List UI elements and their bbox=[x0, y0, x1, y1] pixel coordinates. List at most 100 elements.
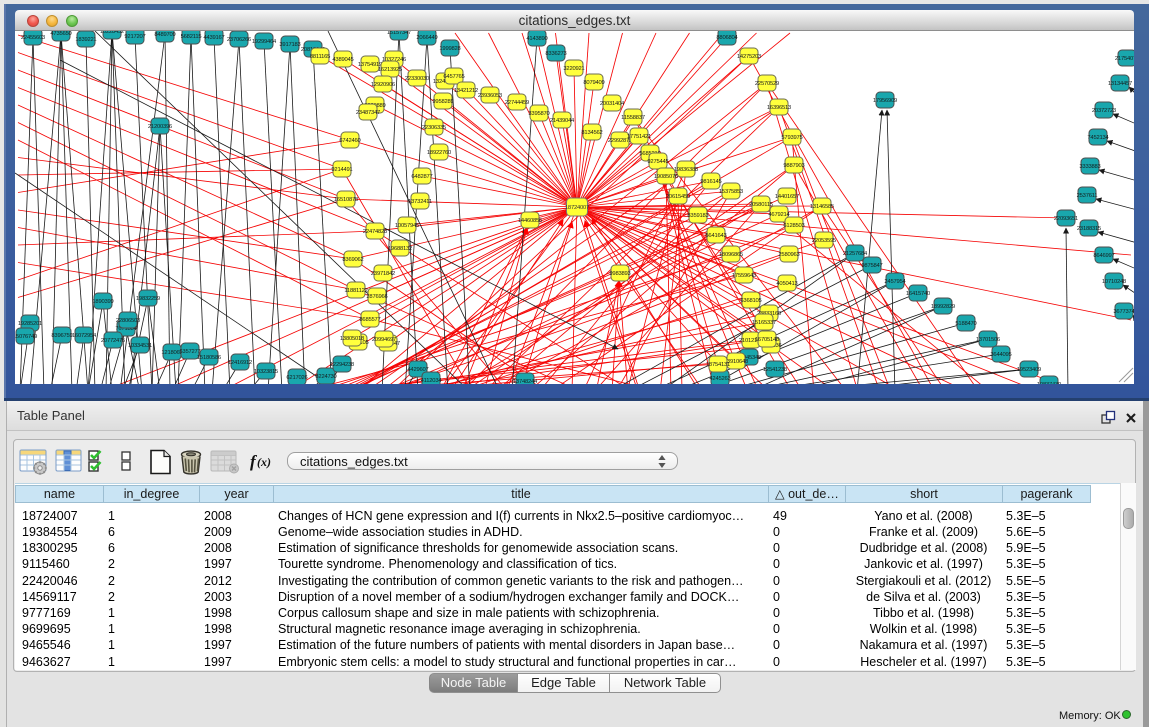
svg-text:10323815: 10323815 bbox=[254, 369, 278, 375]
svg-text:14460856: 14460856 bbox=[518, 218, 542, 224]
svg-text:8224730: 8224730 bbox=[315, 374, 336, 380]
svg-text:18754131: 18754131 bbox=[706, 362, 730, 368]
svg-text:8369062: 8369062 bbox=[342, 257, 363, 263]
svg-text:10334531: 10334531 bbox=[128, 343, 152, 349]
svg-text:19285201: 19285201 bbox=[18, 321, 42, 327]
svg-text:22330030: 22330030 bbox=[405, 76, 429, 82]
svg-text:16396513: 16396513 bbox=[767, 105, 791, 111]
svg-text:19688132: 19688132 bbox=[388, 246, 412, 252]
svg-text:4735650: 4735650 bbox=[50, 31, 71, 37]
svg-text:22306335: 22306335 bbox=[422, 125, 446, 131]
svg-text:3395870: 3395870 bbox=[528, 111, 549, 117]
svg-text:4050413: 4050413 bbox=[776, 281, 797, 287]
svg-text:13134457: 13134457 bbox=[1108, 81, 1132, 87]
svg-text:21754078: 21754078 bbox=[1115, 56, 1134, 62]
svg-text:20372723: 20372723 bbox=[1092, 108, 1116, 114]
svg-text:3333883: 3333883 bbox=[1079, 164, 1100, 170]
svg-text:4112034: 4112034 bbox=[421, 378, 443, 384]
svg-text:16072954: 16072954 bbox=[72, 333, 97, 339]
svg-text:14275203: 14275203 bbox=[737, 54, 761, 60]
svg-text:13805018: 13805018 bbox=[340, 336, 364, 342]
svg-text:9887903: 9887903 bbox=[783, 163, 804, 169]
svg-text:12541238: 12541238 bbox=[763, 367, 787, 373]
svg-text:22455603: 22455603 bbox=[21, 35, 45, 41]
svg-text:12294238: 12294238 bbox=[330, 362, 354, 368]
svg-text:18992829: 18992829 bbox=[931, 304, 955, 310]
svg-text:13421212: 13421212 bbox=[454, 88, 478, 94]
svg-text:13701506: 13701506 bbox=[976, 337, 1000, 343]
svg-text:19523409: 19523409 bbox=[1017, 367, 1041, 373]
svg-text:6368105: 6368105 bbox=[740, 298, 761, 304]
svg-text:14401657: 14401657 bbox=[775, 194, 799, 200]
svg-text:6128503: 6128503 bbox=[783, 223, 804, 229]
svg-text:6482877: 6482877 bbox=[411, 174, 432, 180]
svg-text:22093651: 22093651 bbox=[1054, 216, 1078, 222]
svg-text:13146585: 13146585 bbox=[810, 204, 834, 210]
svg-text:2066449: 2066449 bbox=[416, 35, 437, 41]
svg-text:10837430: 10837430 bbox=[1037, 382, 1061, 384]
svg-text:15165337: 15165337 bbox=[752, 320, 776, 326]
svg-text:20615450: 20615450 bbox=[666, 194, 690, 200]
svg-text:23936053: 23936053 bbox=[478, 93, 502, 99]
svg-text:7452134: 7452134 bbox=[1087, 135, 1109, 141]
svg-text:8489709: 8489709 bbox=[154, 32, 175, 38]
svg-text:22570529: 22570529 bbox=[755, 81, 779, 87]
svg-text:22744459: 22744459 bbox=[505, 100, 529, 106]
svg-text:6457765: 6457765 bbox=[443, 74, 464, 80]
svg-text:13748244: 13748244 bbox=[513, 379, 538, 384]
svg-text:23188315: 23188315 bbox=[1077, 226, 1101, 232]
svg-text:11558837: 11558837 bbox=[621, 115, 645, 121]
svg-text:5682115: 5682115 bbox=[181, 34, 202, 40]
svg-text:23487347: 23487347 bbox=[356, 110, 380, 116]
svg-text:9816145: 9816145 bbox=[700, 179, 721, 185]
svg-text:3677374: 3677374 bbox=[1113, 309, 1134, 315]
svg-text:9217207: 9217207 bbox=[124, 34, 145, 40]
svg-text:9958289: 9958289 bbox=[432, 99, 453, 105]
svg-text:21200396: 21200396 bbox=[148, 124, 172, 130]
svg-text:8134562: 8134562 bbox=[581, 130, 602, 136]
svg-text:13732411: 13732411 bbox=[408, 199, 432, 205]
svg-text:8646997: 8646997 bbox=[1093, 253, 1114, 259]
svg-text:21439044: 21439044 bbox=[550, 118, 575, 124]
svg-text:10228452: 10228452 bbox=[100, 31, 124, 35]
svg-text:6742460: 6742460 bbox=[339, 138, 360, 144]
svg-text:12416912: 12416912 bbox=[228, 360, 252, 366]
svg-text:3220921: 3220921 bbox=[563, 66, 584, 72]
svg-text:8811165: 8811165 bbox=[310, 54, 330, 60]
svg-text:18724007: 18724007 bbox=[565, 205, 589, 211]
svg-text:23706266: 23706266 bbox=[227, 37, 251, 43]
svg-text:19836388: 19836388 bbox=[674, 167, 698, 173]
svg-text:21257684: 21257684 bbox=[843, 251, 868, 257]
svg-text:1839221: 1839221 bbox=[75, 37, 96, 43]
svg-text:4143890: 4143890 bbox=[526, 36, 547, 42]
svg-text:10057945: 10057945 bbox=[395, 223, 419, 229]
svg-text:8336273: 8336273 bbox=[545, 51, 566, 57]
svg-text:20031404: 20031404 bbox=[600, 101, 625, 107]
svg-text:18096865: 18096865 bbox=[719, 252, 743, 258]
svg-text:2580963: 2580963 bbox=[778, 252, 799, 258]
svg-text:4245263: 4245263 bbox=[709, 376, 730, 382]
svg-text:8079409: 8079409 bbox=[583, 80, 604, 86]
svg-text:15375853: 15375853 bbox=[719, 189, 743, 195]
svg-text:19085076: 19085076 bbox=[654, 174, 678, 180]
svg-text:17751421: 17751421 bbox=[627, 134, 651, 140]
svg-text:9214491: 9214491 bbox=[331, 167, 352, 173]
svg-text:3644095: 3644095 bbox=[990, 352, 1011, 358]
svg-text:8685577: 8685577 bbox=[359, 317, 380, 323]
svg-text:15157347: 15157347 bbox=[387, 31, 411, 36]
svg-text:8359183: 8359183 bbox=[687, 213, 708, 219]
svg-text:8396759: 8396759 bbox=[51, 333, 72, 339]
svg-text:9983893: 9983893 bbox=[609, 271, 630, 277]
svg-text:23971842: 23971842 bbox=[371, 271, 395, 277]
svg-text:20772475: 20772475 bbox=[101, 338, 125, 344]
svg-text:22053595: 22053595 bbox=[812, 238, 836, 244]
svg-text:22806503: 22806503 bbox=[116, 318, 140, 324]
svg-text:5641643: 5641643 bbox=[705, 233, 726, 239]
svg-text:3917183: 3917183 bbox=[279, 42, 300, 48]
svg-text:9275445: 9275445 bbox=[647, 159, 668, 165]
svg-text:5188470: 5188470 bbox=[955, 321, 976, 327]
svg-text:11881122: 11881122 bbox=[344, 288, 367, 294]
svg-text:2876966: 2876966 bbox=[366, 294, 387, 300]
svg-text:16213925: 16213925 bbox=[378, 67, 402, 73]
svg-text:22474828: 22474828 bbox=[363, 229, 387, 235]
